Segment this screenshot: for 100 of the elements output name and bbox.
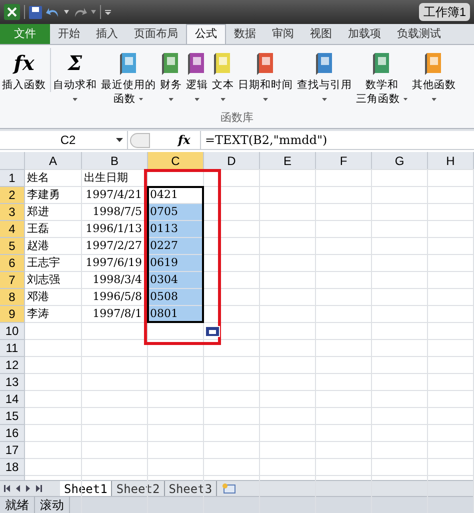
ribbon-tab[interactable]: 审阅 bbox=[264, 24, 302, 44]
redo-icon[interactable] bbox=[73, 6, 87, 18]
table-cell: 0801 bbox=[148, 306, 203, 322]
button-label: 查找与引用 bbox=[297, 78, 352, 92]
table-cell-text: 1996/1/13 bbox=[84, 221, 143, 237]
ribbon-tab[interactable]: 插入 bbox=[88, 24, 126, 44]
status-text: 滚动 bbox=[35, 496, 70, 513]
table-cell-text: 1998/3/4 bbox=[92, 272, 143, 288]
table-cell-text: 姓名 bbox=[26, 170, 50, 186]
ribbon-button[interactable]: Σ 自动求和 bbox=[51, 48, 99, 101]
ribbon-tab[interactable]: 视图 bbox=[302, 24, 340, 44]
insert-function-button[interactable]: fx bbox=[178, 131, 200, 149]
undo-icon[interactable] bbox=[46, 6, 60, 18]
caret-icon[interactable] bbox=[64, 10, 69, 14]
ribbon-button[interactable]: 数学和 三角函数 bbox=[354, 48, 410, 106]
first-sheet-icon[interactable] bbox=[4, 485, 10, 492]
table-cell: 0619 bbox=[148, 255, 203, 271]
ribbon-button[interactable]: 日期和时间 bbox=[236, 48, 295, 101]
row-header[interactable]: 8 bbox=[0, 289, 25, 306]
button-label: 文本 bbox=[212, 78, 234, 92]
ribbon-tab[interactable]: 开始 bbox=[50, 24, 88, 44]
row-header[interactable]: 11 bbox=[0, 340, 25, 357]
row-header[interactable]: 9 bbox=[0, 306, 25, 323]
table-cell-text: 郑进 bbox=[26, 204, 50, 220]
row-header[interactable]: 16 bbox=[0, 425, 25, 442]
row-header[interactable]: 2 bbox=[0, 187, 25, 204]
row-header[interactable]: 3 bbox=[0, 204, 25, 221]
column-header[interactable]: G bbox=[372, 152, 428, 170]
splitter-handle[interactable] bbox=[130, 132, 150, 148]
save-icon[interactable] bbox=[29, 6, 42, 18]
table-cell-text: 1997/2/27 bbox=[84, 238, 143, 254]
column-header[interactable]: C bbox=[148, 152, 204, 170]
column-header[interactable]: F bbox=[316, 152, 372, 170]
table-cell: 0508 bbox=[148, 289, 203, 305]
row-header[interactable]: 5 bbox=[0, 238, 25, 255]
last-sheet-icon[interactable] bbox=[36, 485, 42, 492]
button-label: 函数 bbox=[114, 92, 136, 106]
table-cell-text: 邓港 bbox=[26, 289, 50, 305]
ribbon-button[interactable]: fx 插入函数 bbox=[0, 48, 51, 92]
button-label: 数学和 bbox=[366, 78, 398, 92]
ribbon-tab[interactable]: 加载项 bbox=[340, 24, 389, 44]
table-cell: 0304 bbox=[148, 272, 203, 288]
column-header[interactable]: A bbox=[25, 152, 82, 170]
ribbon-button[interactable]: 文本 bbox=[210, 48, 236, 101]
table-cell-text: 李建勇 bbox=[26, 187, 61, 203]
table-cell-text: 刘志强 bbox=[26, 272, 61, 288]
row-header[interactable]: 4 bbox=[0, 221, 25, 238]
ribbon-button[interactable]: 逻辑 bbox=[184, 48, 210, 101]
previous-sheet-icon[interactable] bbox=[16, 485, 20, 492]
customize-icon[interactable] bbox=[105, 10, 111, 14]
sum-icon: Σ bbox=[68, 56, 82, 70]
row-header[interactable]: 6 bbox=[0, 255, 25, 272]
table-cell-text: 1997/4/21 bbox=[84, 187, 143, 203]
ribbon-button[interactable]: 财务 bbox=[158, 48, 184, 101]
table-cell-text: 王志宇 bbox=[26, 255, 61, 271]
dropdown-icon[interactable] bbox=[116, 138, 123, 142]
button-label: 最近使用的 bbox=[101, 78, 156, 92]
column-header[interactable]: E bbox=[260, 152, 316, 170]
row-header[interactable]: 15 bbox=[0, 408, 25, 425]
name-box[interactable]: C2 bbox=[0, 131, 116, 149]
table-cell-text: 0421 bbox=[149, 187, 179, 203]
button-label: 其他函数 bbox=[412, 78, 456, 92]
caret-icon[interactable] bbox=[91, 10, 96, 14]
window-title: 工作簿1 bbox=[419, 3, 470, 21]
file-tab[interactable]: 文件 bbox=[0, 24, 50, 44]
button-label: 日期和时间 bbox=[238, 78, 293, 92]
table-cell-text: 李涛 bbox=[26, 306, 50, 322]
next-sheet-icon[interactable] bbox=[26, 485, 30, 492]
sheet-tab[interactable]: Sheet1 bbox=[60, 480, 112, 496]
ribbon-tab[interactable]: 负载测试 bbox=[389, 24, 449, 44]
new-sheet-icon[interactable] bbox=[222, 483, 236, 494]
spreadsheet-logo-icon[interactable] bbox=[4, 4, 20, 20]
ribbon-button[interactable]: 其他函数 bbox=[410, 48, 458, 101]
ribbon-tab[interactable]: 公式 bbox=[186, 24, 226, 44]
table-cell: 0113 bbox=[148, 221, 203, 237]
table-cell-text: 1998/7/5 bbox=[92, 204, 143, 220]
paste-options-icon[interactable] bbox=[205, 326, 220, 337]
row-header[interactable]: 18 bbox=[0, 459, 25, 476]
row-header[interactable]: 13 bbox=[0, 374, 25, 391]
ribbon-tab[interactable]: 数据 bbox=[226, 24, 264, 44]
ribbon-button[interactable]: 查找与引用 bbox=[295, 48, 354, 101]
table-cell-text: 1997/8/1 bbox=[92, 306, 143, 322]
column-header[interactable]: D bbox=[204, 152, 260, 170]
row-header[interactable]: 7 bbox=[0, 272, 25, 289]
table-cell-text: 1996/5/8 bbox=[92, 289, 143, 305]
table-cell-text: 1997/6/19 bbox=[84, 255, 143, 271]
table-cell: 0705 bbox=[148, 204, 203, 220]
sheet-tab[interactable]: Sheet3 bbox=[164, 480, 218, 496]
table-cell-text: 王磊 bbox=[26, 221, 50, 237]
button-label: 自动求和 bbox=[53, 78, 97, 92]
row-header[interactable]: 17 bbox=[0, 442, 25, 459]
status-text: 就绪 bbox=[0, 496, 35, 513]
column-header[interactable]: H bbox=[428, 152, 474, 170]
ribbon-tab[interactable]: 页面布局 bbox=[126, 24, 186, 44]
row-header[interactable]: 12 bbox=[0, 357, 25, 374]
row-header[interactable]: 1 bbox=[0, 170, 25, 187]
row-header[interactable]: 14 bbox=[0, 391, 25, 408]
column-header[interactable]: B bbox=[82, 152, 148, 170]
row-header[interactable]: 10 bbox=[0, 323, 25, 340]
ribbon-button[interactable]: 最近使用的 函数 bbox=[99, 48, 158, 106]
